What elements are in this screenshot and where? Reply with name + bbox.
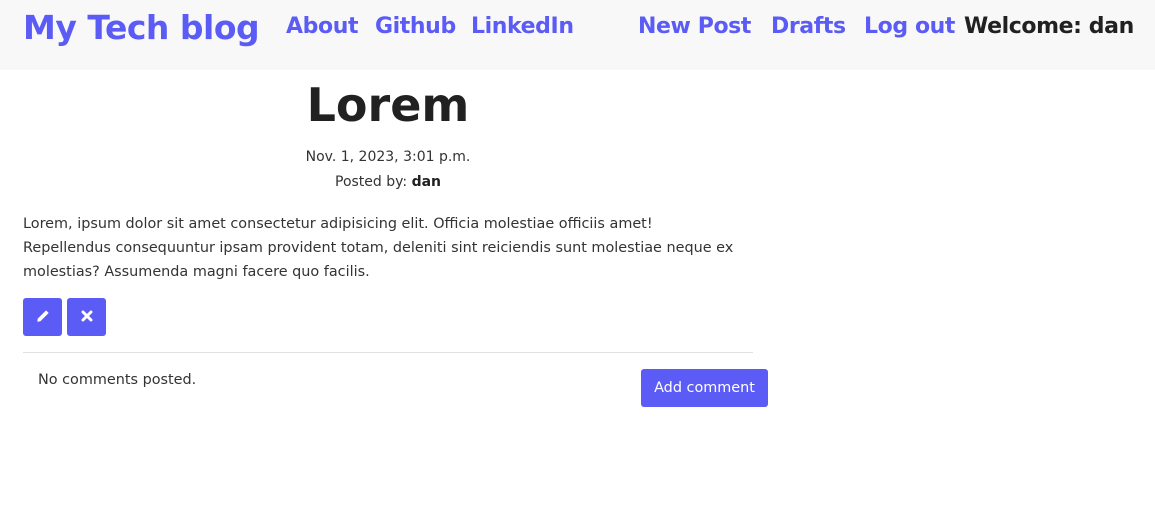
add-comment-button[interactable]: Add comment: [641, 369, 768, 407]
brand-link[interactable]: My Tech blog: [23, 8, 260, 47]
pencil-icon: [36, 309, 50, 326]
post-author-line: Posted by: dan: [23, 174, 753, 190]
nav-link-linkedin[interactable]: LinkedIn: [471, 14, 574, 39]
nav-link-github[interactable]: Github: [375, 14, 456, 39]
post-author-name: dan: [411, 174, 441, 190]
nav-link-logout[interactable]: Log out: [864, 14, 955, 39]
post-title: Lorem: [306, 78, 470, 132]
post-body: Lorem, ipsum dolor sit amet consectetur …: [23, 216, 734, 280]
edit-post-button[interactable]: [23, 298, 62, 336]
welcome-text: Welcome: dan: [964, 14, 1134, 39]
no-comments-text: No comments posted.: [38, 372, 197, 388]
nav-link-new-post[interactable]: New Post: [638, 14, 751, 39]
navbar: My Tech blog About Github LinkedIn New P…: [0, 0, 1155, 70]
nav-link-about[interactable]: About: [286, 14, 358, 39]
posted-by-label: Posted by:: [335, 174, 412, 190]
nav-link-drafts[interactable]: Drafts: [771, 14, 846, 39]
comments-divider: [23, 352, 753, 353]
x-icon: [81, 310, 93, 325]
post-date: Nov. 1, 2023, 3:01 p.m.: [305, 149, 471, 165]
delete-post-button[interactable]: [67, 298, 106, 336]
